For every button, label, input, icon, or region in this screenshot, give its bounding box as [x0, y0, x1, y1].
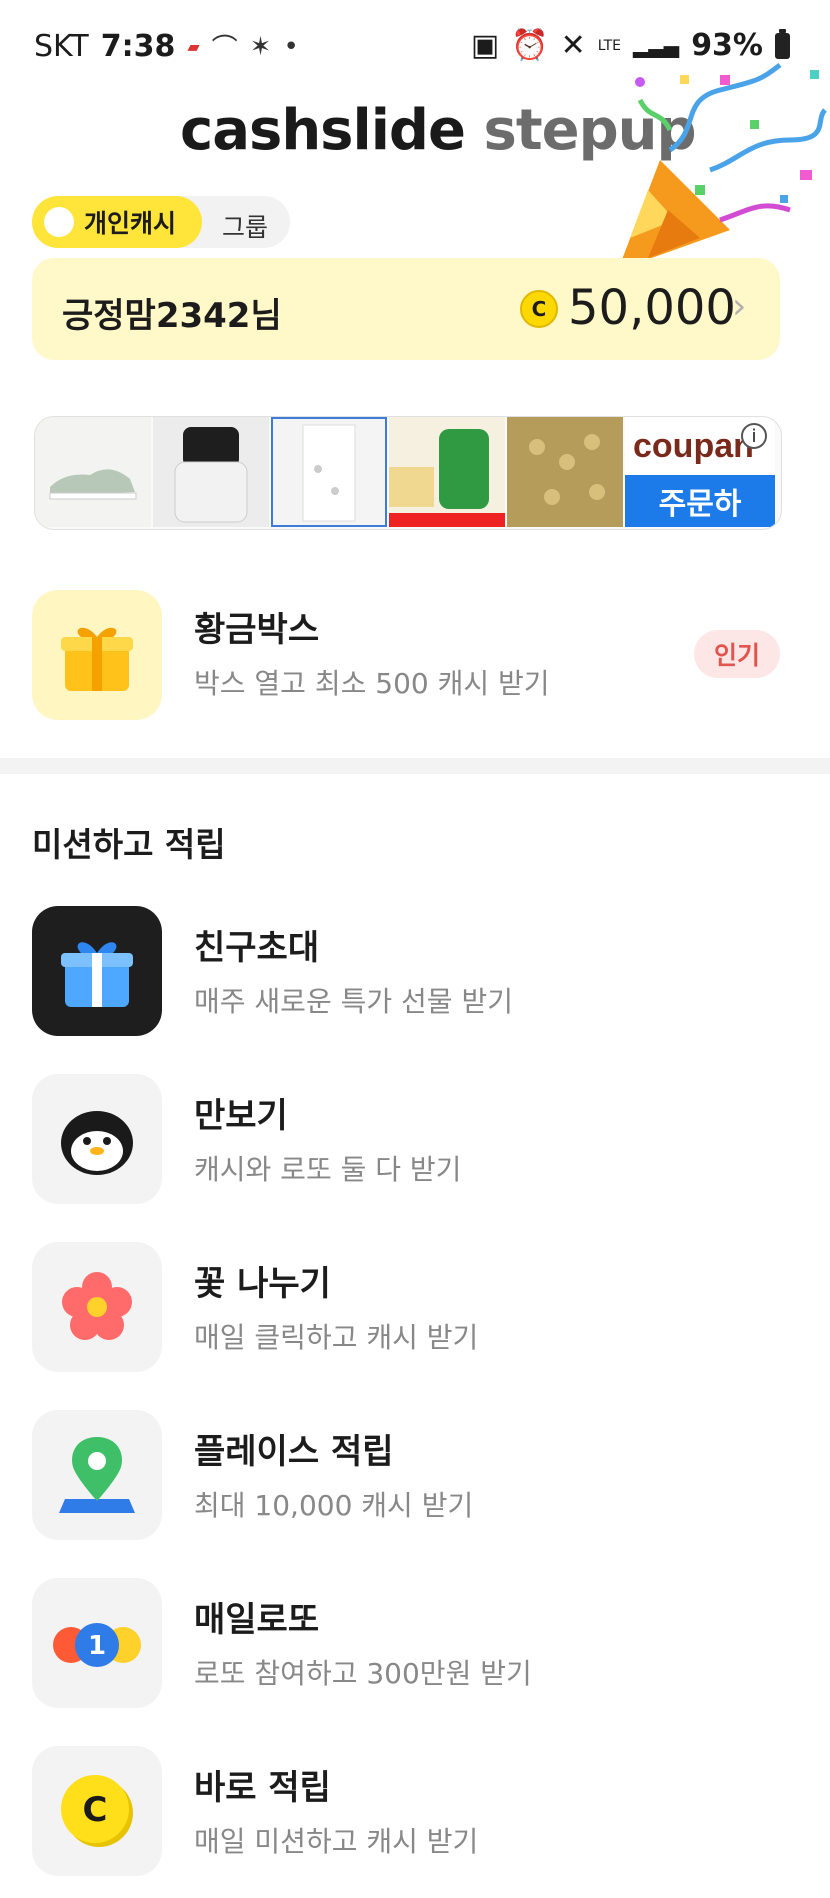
mission-subtitle: 매일 미션하고 캐시 받기 — [194, 1825, 479, 1858]
battery-percent: 93% — [691, 28, 763, 63]
mission-title: 플레이스 적립 — [194, 1432, 394, 1472]
mission-daily-lotto[interactable]: 1 매일로또 로또 참여하고 300만원 받기 — [32, 1578, 780, 1708]
mission-subtitle: 캐시와 로또 둘 다 받기 — [194, 1153, 462, 1186]
info-icon[interactable]: i — [741, 423, 767, 449]
ad-coupang[interactable]: coupan i 주문하 — [625, 417, 775, 527]
popular-badge: 인기 — [694, 630, 780, 678]
mission-subtitle: 로또 참여하고 300만원 받기 — [194, 1657, 532, 1690]
mission-title: 매일로또 — [194, 1600, 320, 1640]
toggle-group-label[interactable]: 그룹 — [222, 208, 268, 244]
mission-title: 꽃 나누기 — [194, 1264, 331, 1304]
missions-section-title: 미션하고 적립 — [32, 825, 226, 864]
lotto-balls-icon: 1 — [53, 1623, 141, 1667]
map-pin-icon — [59, 1437, 135, 1513]
signal-icon: ▂▃▄ — [633, 33, 680, 58]
gold-box-icon-container — [32, 590, 162, 720]
gold-gift-icon — [61, 627, 133, 691]
ad-product-beans[interactable] — [507, 417, 623, 527]
toggle-knob — [44, 207, 74, 237]
cash-type-toggle[interactable]: 개인캐시 그룹 — [32, 196, 290, 248]
mission-pedometer[interactable]: 만보기 캐시와 로또 둘 다 받기 — [32, 1074, 780, 1204]
ad-product-sprouter[interactable] — [389, 417, 505, 527]
gold-box-item[interactable]: 황금박스 박스 열고 최소 500 캐시 받기 인기 — [32, 590, 780, 720]
mission-icon-container — [32, 1410, 162, 1540]
cash-amount: 50,000 — [568, 280, 736, 336]
mission-invite-friends[interactable]: 친구초대 매주 새로운 특가 선물 받기 — [32, 906, 780, 1036]
status-left: SKT 7:38 ▰ ⌒ ✶ • — [34, 28, 299, 65]
mission-title: 친구초대 — [194, 928, 320, 968]
mission-icon-container: C — [32, 1746, 162, 1876]
coin-icon: C — [61, 1775, 133, 1847]
gold-box-subtitle: 박스 열고 최소 500 캐시 받기 — [194, 667, 550, 700]
party-popper-icon — [618, 62, 828, 270]
mission-title: 만보기 — [194, 1096, 288, 1136]
beans-icon — [507, 417, 623, 527]
lock-icon: ▣ — [470, 28, 500, 63]
mission-instant-earn[interactable]: C 바로 적립 매일 미션하고 캐시 받기 — [32, 1746, 780, 1876]
section-divider — [0, 758, 830, 774]
cabinet-icon — [302, 424, 356, 522]
penguin-icon — [61, 1111, 133, 1175]
mission-icon-container — [32, 1242, 162, 1372]
ad-product-cabinet[interactable] — [271, 417, 387, 527]
coin-icon: C — [520, 290, 558, 328]
jacket-icon — [174, 427, 248, 523]
runner-icon: ✶ — [249, 31, 272, 62]
ad-banner[interactable]: coupan i 주문하 — [34, 416, 782, 530]
user-name: 긍정맘2342님 — [62, 296, 282, 336]
shoe-icon: ⌒ — [211, 34, 238, 64]
gold-box-title: 황금박스 — [194, 610, 320, 650]
alarm-icon: ⏰ — [511, 28, 549, 63]
mission-subtitle: 최대 10,000 캐시 받기 — [194, 1489, 474, 1522]
clock: 7:38 — [100, 29, 176, 64]
mission-icon-container: 1 — [32, 1578, 162, 1708]
sneaker-icon — [49, 469, 137, 500]
brand-word-1: cashslide — [180, 98, 466, 163]
flower-icon — [62, 1272, 132, 1340]
battery-icon — [775, 28, 790, 59]
mission-subtitle: 매일 클릭하고 캐시 받기 — [194, 1321, 479, 1354]
notification-icon: ▰ — [187, 37, 200, 56]
lte-icon: LTE — [597, 37, 622, 54]
toggle-personal[interactable]: 개인캐시 — [32, 196, 202, 248]
dot-icon: • — [283, 31, 299, 62]
carrier-label: SKT — [34, 29, 89, 64]
ad-product-sneakers[interactable] — [35, 417, 151, 527]
coin-letter: C — [83, 1790, 108, 1830]
order-button[interactable]: 주문하 — [625, 475, 775, 527]
ad-product-jacket[interactable] — [153, 417, 269, 527]
mission-title: 바로 적립 — [194, 1768, 331, 1808]
gift-icon — [61, 942, 133, 1007]
coupang-logo-text: coupan — [633, 427, 754, 465]
sprouter-icon — [389, 429, 505, 527]
mute-icon: ✕ — [560, 28, 586, 63]
mission-icon-container — [32, 1074, 162, 1204]
toggle-personal-label: 개인캐시 — [84, 209, 177, 238]
lotto-number: 1 — [88, 1631, 106, 1661]
mission-flower-share[interactable]: 꽃 나누기 매일 클릭하고 캐시 받기 — [32, 1242, 780, 1372]
mission-icon-container — [32, 906, 162, 1036]
mission-subtitle: 매주 새로운 특가 선물 받기 — [194, 985, 513, 1018]
status-right: ▣ ⏰ ✕ LTE ▂▃▄ 93% — [471, 28, 790, 63]
chevron-right-icon: › — [732, 286, 747, 327]
cash-balance-card[interactable]: 긍정맘2342님 C 50,000 › — [32, 258, 780, 360]
mission-place[interactable]: 플레이스 적립 최대 10,000 캐시 받기 — [32, 1410, 780, 1540]
